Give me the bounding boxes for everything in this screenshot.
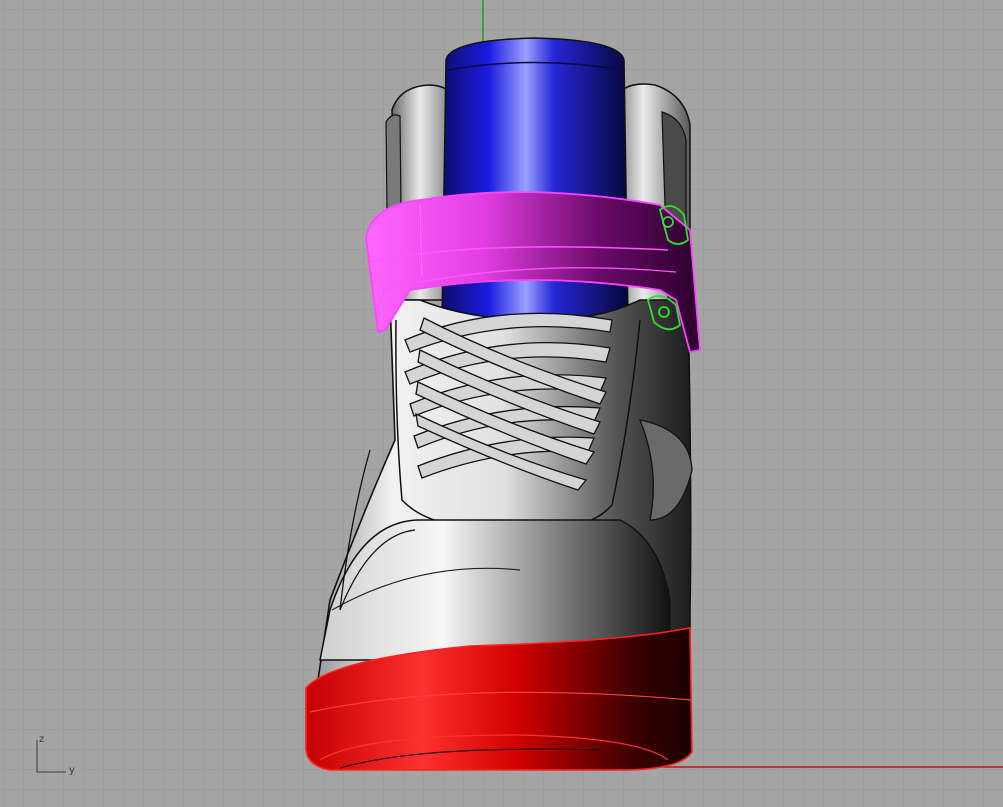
- axis-z-label: z: [39, 734, 45, 745]
- axis-y-label: y: [69, 765, 75, 776]
- axis-indicator: z y: [28, 732, 88, 782]
- axis-indicator-lines: [36, 740, 66, 773]
- viewport-canvas[interactable]: [0, 0, 1003, 807]
- rhino-front-viewport[interactable]: z y: [0, 0, 1003, 807]
